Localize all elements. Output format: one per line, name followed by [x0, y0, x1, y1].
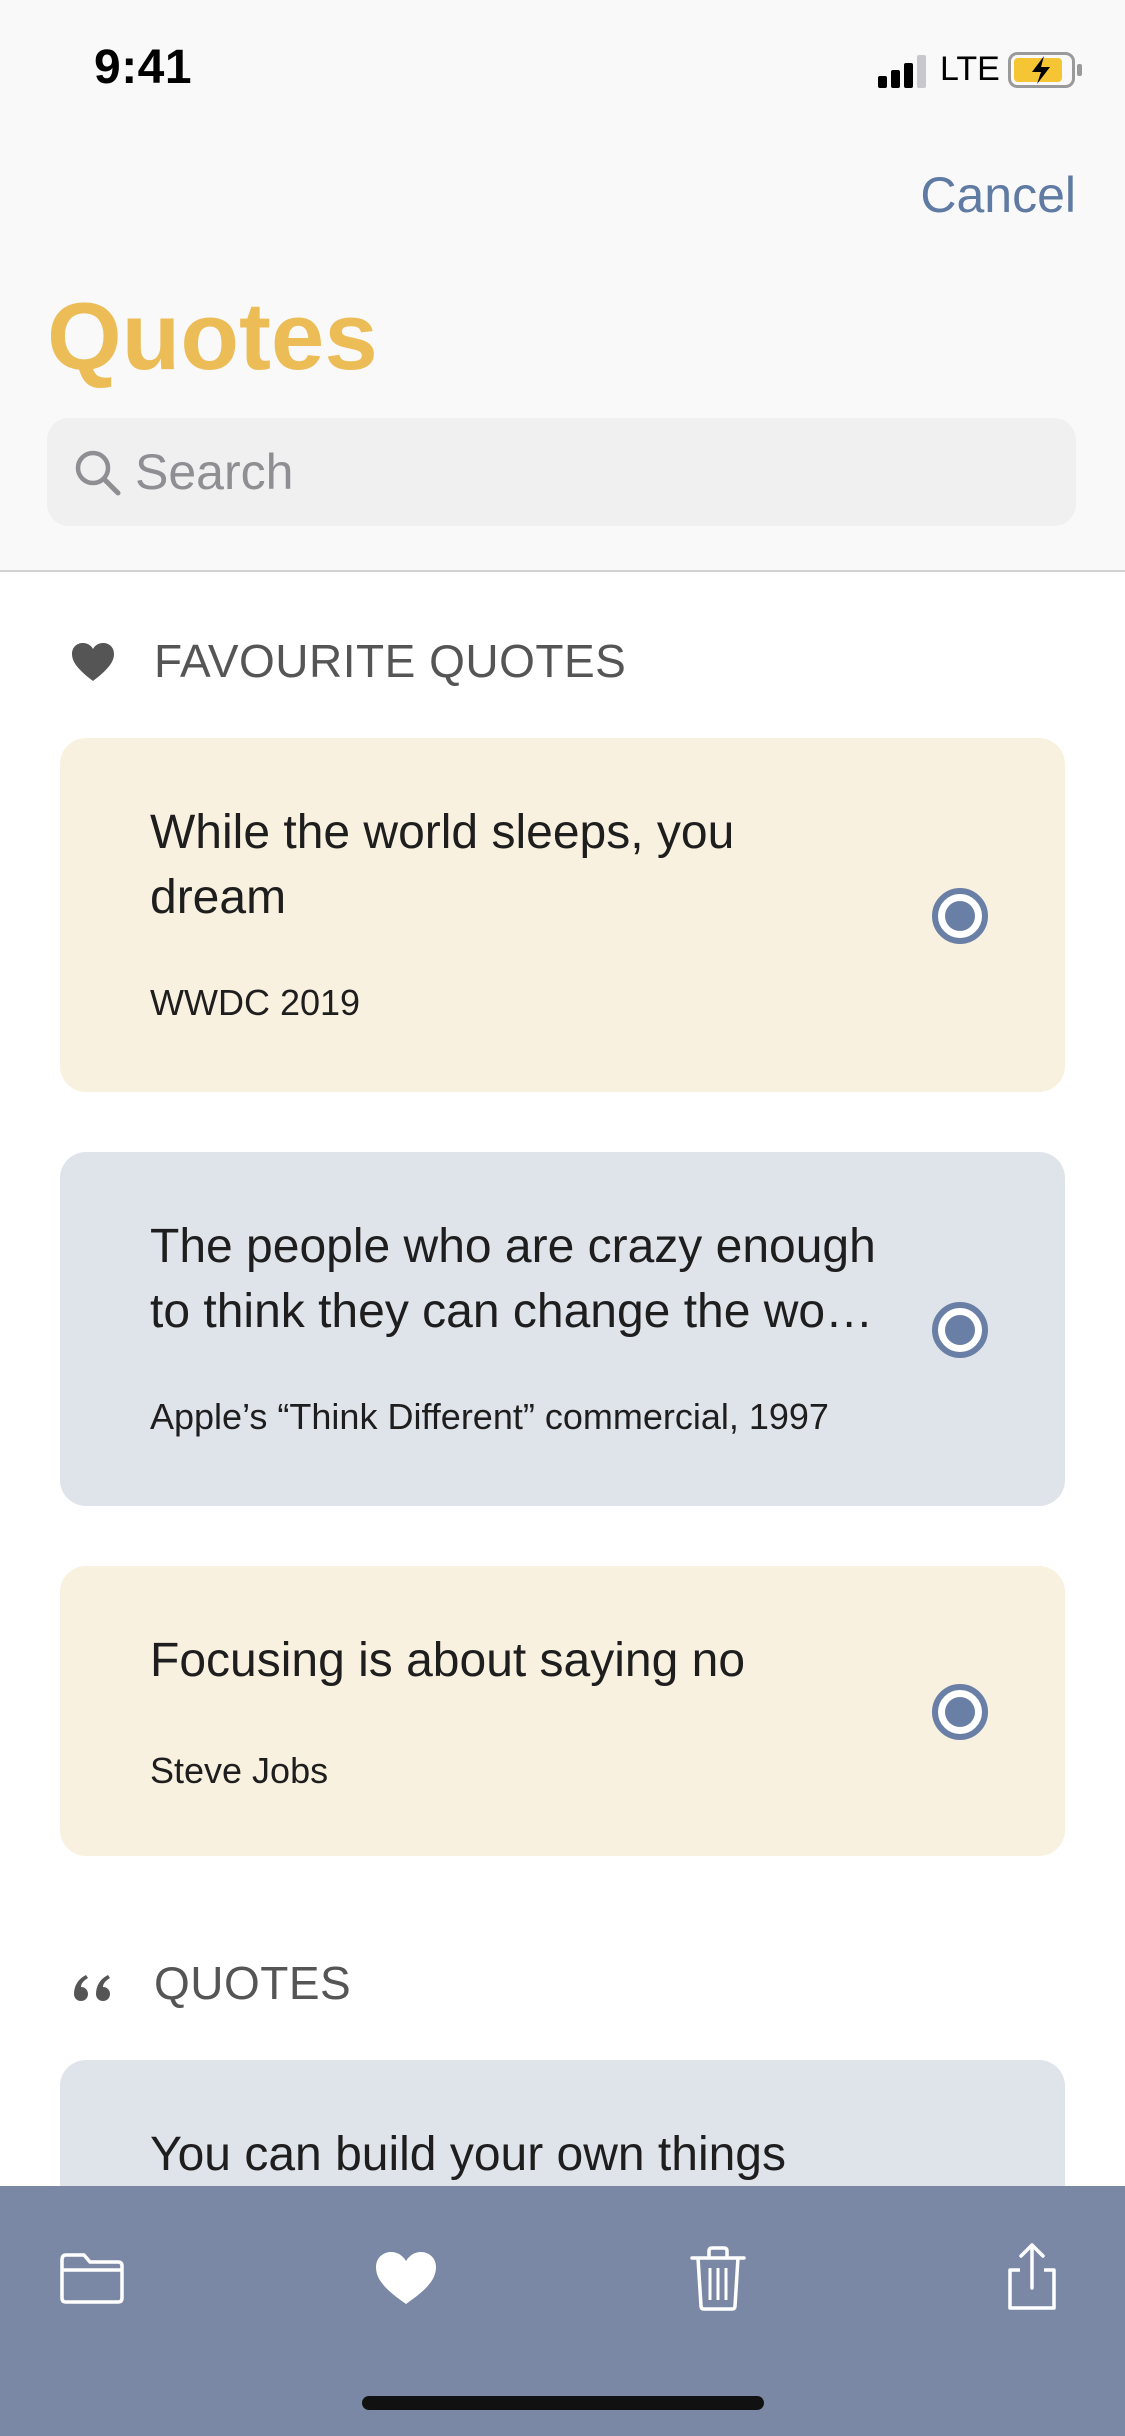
quote-source: WWDC 2019: [150, 982, 361, 1023]
quote-card[interactable]: Focusing is about saying no Steve Jobs: [60, 1566, 1065, 1856]
network-type-label: LTE: [940, 50, 1000, 88]
heart-icon: [72, 643, 114, 681]
share-icon[interactable]: [994, 2240, 1070, 2316]
quote-source: Steve Jobs: [150, 1750, 329, 1791]
select-radio[interactable]: [932, 1684, 988, 1740]
folder-icon[interactable]: [54, 2240, 130, 2316]
quote-text: The people who are crazy enough to think…: [150, 1220, 876, 1338]
quotes-section-title: QUOTES: [154, 1957, 352, 2009]
cellular-signal-icon: [878, 55, 926, 88]
header-area: 9:41 LTE Cancel Quotes: [0, 0, 1125, 572]
quote-source: Apple’s “Think Different” commercial, 19…: [150, 1396, 829, 1437]
heart-icon[interactable]: [368, 2240, 444, 2316]
quote-card[interactable]: The people who are crazy enough to think…: [60, 1152, 1065, 1506]
page-title: Quotes: [47, 283, 378, 390]
search-bar[interactable]: [47, 418, 1076, 526]
battery-charging-icon: [1008, 52, 1082, 88]
quote-text: Focusing is about saying no: [150, 1634, 746, 1687]
select-radio[interactable]: [932, 1302, 988, 1358]
quote-marks-icon: [74, 1975, 110, 2001]
status-time: 9:41: [94, 41, 193, 94]
select-radio[interactable]: [932, 888, 988, 944]
cancel-button[interactable]: Cancel: [920, 166, 1076, 224]
trash-icon[interactable]: [680, 2240, 756, 2316]
search-input[interactable]: [135, 418, 1035, 526]
favourites-section-title: FAVOURITE QUOTES: [154, 635, 627, 687]
quote-text: You can build your own things: [150, 2128, 786, 2181]
search-icon: [75, 450, 121, 496]
home-indicator[interactable]: [362, 2396, 764, 2410]
status-indicators: LTE: [878, 46, 1083, 90]
quotes-screen: 9:41 LTE Cancel Quotes Search FAVOURITE …: [0, 0, 1125, 2436]
quote-text: While the world sleeps, you dream: [150, 806, 735, 924]
quote-card[interactable]: While the world sleeps, you dream WWDC 2…: [60, 738, 1065, 1092]
